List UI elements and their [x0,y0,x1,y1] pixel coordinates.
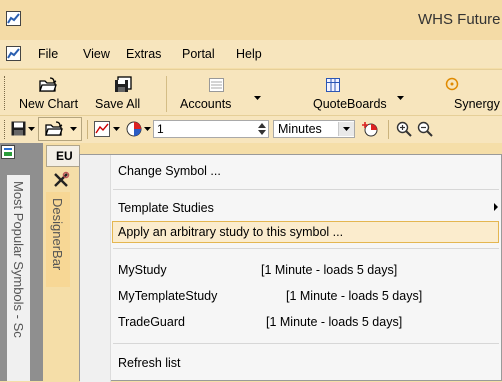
menu-item-study[interactable]: TradeGuard [1 Minute - loads 5 days] [80,311,501,333]
interval-unit: Minutes [278,122,322,136]
chart-type-icon[interactable] [94,121,110,137]
toolbar-grip[interactable] [4,76,7,110]
tools-icon[interactable] [52,171,70,189]
save-icon[interactable] [11,121,26,136]
menu-item-study[interactable]: MyStudy [1 Minute - loads 5 days] [80,259,501,281]
chart-toolbar: 1 Minutes [0,115,502,143]
vertical-tab-most-popular-label: Most Popular Symbols - Sc [11,181,26,338]
accounts-dropdown-arrow-icon[interactable] [254,96,261,100]
quoteboards-button[interactable]: QuoteBoards [284,70,404,116]
open-dropdown-arrow-icon [70,127,77,131]
quoteboards-label: QuoteBoards [313,97,387,111]
menu-portal[interactable]: Portal [182,47,215,61]
menu-item-template-studies[interactable]: Template Studies [118,201,214,215]
title-bar: WHS Future [0,0,502,40]
study-name: MyTemplateStudy [118,289,218,303]
menu-item-change-symbol[interactable]: Change Symbol ... [118,164,221,178]
new-chart-button[interactable]: New Chart [12,70,84,116]
chevron-down-icon [343,127,350,131]
submenu-arrow-icon [494,203,498,211]
menu-extras[interactable]: Extras [126,47,161,61]
quoteboards-dropdown-arrow-icon[interactable] [397,96,404,100]
chart-type-dropdown-arrow-icon[interactable] [113,127,120,131]
new-chart-label: New Chart [19,97,79,111]
window-title: WHS Future [418,11,501,28]
menu-view[interactable]: View [83,47,110,61]
open-dropdown-button[interactable] [38,117,82,141]
open-context-menu: Change Symbol ... Template Studies Apply… [79,154,502,382]
menu-separator [113,248,499,249]
menu-item-refresh-list[interactable]: Refresh list [118,356,181,370]
menu-item-study[interactable]: MyTemplateStudy [1 Minute - loads 5 days… [80,285,501,307]
save-all-label: Save All [95,97,141,111]
interval-value-stepper[interactable]: 1 [153,120,269,138]
menu-help[interactable]: Help [236,47,262,61]
accounts-label: Accounts [180,97,232,111]
interval-unit-dropdown-button[interactable] [338,122,354,136]
toolbar-separator [388,120,389,139]
study-detail: [1 Minute - loads 5 days] [261,263,398,277]
quoteboard-icon [326,78,340,92]
spin-arrows-icon[interactable] [258,123,266,135]
synergy-button[interactable]: Synergy [410,70,502,116]
app-menu-icon[interactable] [6,46,21,61]
study-name: MyStudy [118,263,167,277]
main-toolbar: New Chart Save All Accounts QuoteBoards [0,69,502,116]
accounts-icon [209,78,224,92]
menu-bar: File View Extras Portal Help [0,40,502,68]
panel-window-icon[interactable] [1,145,15,159]
clock-dropdown-arrow-icon[interactable] [144,127,151,131]
tab-eu-label: EU [56,149,73,163]
zoom-in-icon[interactable] [396,121,412,137]
study-detail: [1 Minute - loads 5 days] [266,315,403,329]
open-folder-icon [39,77,57,92]
menu-separator [113,189,499,190]
study-name: TradeGuard [118,315,185,329]
accounts-button[interactable]: Accounts [176,70,272,116]
menu-file[interactable]: File [38,47,58,61]
clock-icon[interactable] [126,121,142,137]
interval-value: 1 [157,122,164,136]
menu-item-apply-arbitrary-study[interactable]: Apply an arbitrary study to this symbol … [118,225,343,239]
chart-toolbar-grip[interactable] [4,120,7,139]
vertical-tab-most-popular[interactable]: Most Popular Symbols - Sc [7,175,30,381]
toolbar-separator [87,120,88,139]
save-all-icon [115,76,132,92]
menu-separator [113,343,499,344]
zoom-out-icon[interactable] [417,121,433,137]
toolbar-separator [166,76,167,112]
vertical-tab-designerbar-label: DesignerBar [50,198,65,271]
vertical-tab-designerbar[interactable]: DesignerBar [46,192,70,287]
synergy-icon [445,77,459,91]
add-indicator-icon[interactable] [362,121,379,137]
app-logo-icon[interactable] [6,11,21,26]
save-all-button[interactable]: Save All [90,70,156,116]
tab-eu[interactable]: EU [46,145,80,167]
save-dropdown-arrow-icon[interactable] [28,127,35,131]
interval-unit-select[interactable]: Minutes [273,120,355,138]
open-folder-icon [45,121,63,136]
synergy-label: Synergy [454,97,500,111]
study-detail: [1 Minute - loads 5 days] [286,289,423,303]
